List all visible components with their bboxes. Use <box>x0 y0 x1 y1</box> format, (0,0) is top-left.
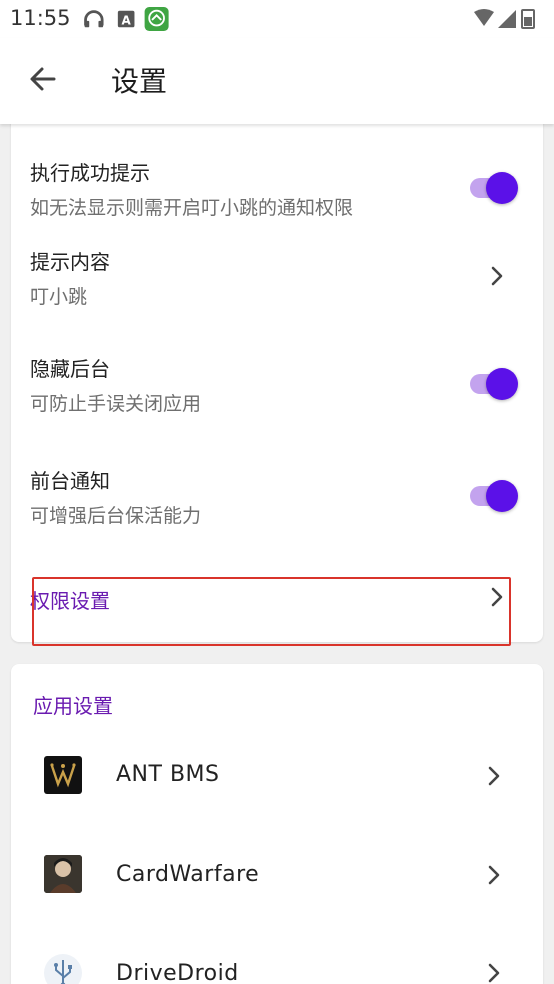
setting-hint-content[interactable]: 提示内容 叮小跳 <box>11 240 543 310</box>
highlight-box <box>32 577 511 646</box>
app-name: DriveDroid <box>116 961 239 984</box>
setting-subtitle: 如无法显示则需开启叮小跳的通知权限 <box>30 197 354 219</box>
back-arrow-icon[interactable] <box>26 62 60 96</box>
app-item-ant-bms[interactable]: ANT BMS <box>11 750 543 800</box>
app-name: ANT BMS <box>116 762 220 787</box>
section-header: 应用设置 <box>33 694 113 718</box>
setting-title: 前台通知 <box>30 469 110 493</box>
toggle-knob <box>486 172 518 204</box>
svg-text:A: A <box>122 14 132 28</box>
setting-foreground-notification[interactable]: 前台通知 可增强后台保活能力 <box>11 458 543 528</box>
app-settings-card: 应用设置 ANT BMS CardWarfare DriveDroid <box>11 664 543 984</box>
chevron-right-icon <box>491 266 503 286</box>
toggle-knob <box>486 368 518 400</box>
setting-hide-background[interactable]: 隐藏后台 可防止手误关闭应用 <box>11 346 543 416</box>
setting-subtitle: 可增强后台保活能力 <box>30 505 202 527</box>
app-item-drivedroid[interactable]: DriveDroid <box>11 948 543 984</box>
app-name: CardWarfare <box>116 862 260 887</box>
app-bar: 设置 <box>0 38 554 124</box>
signal-battery-icons <box>474 9 535 29</box>
foreground-notification-toggle[interactable] <box>470 480 520 512</box>
ant-bms-logo-icon <box>44 756 82 794</box>
setting-title: 隐藏后台 <box>30 357 110 381</box>
chevron-right-icon <box>488 963 500 983</box>
usb-icon <box>44 954 82 984</box>
setting-success-hint[interactable]: 执行成功提示 如无法显示则需开启叮小跳的通知权限 <box>11 150 543 220</box>
setting-title: 执行成功提示 <box>30 161 150 185</box>
success-hint-toggle[interactable] <box>470 172 520 204</box>
setting-title: 提示内容 <box>30 250 110 274</box>
toggle-knob <box>486 480 518 512</box>
setting-subtitle: 叮小跳 <box>30 286 88 308</box>
app-item-cardwarfare[interactable]: CardWarfare <box>11 850 543 900</box>
status-bar: 11:55 A <box>0 0 554 38</box>
chevron-right-icon <box>488 865 500 885</box>
notification-icons: A <box>84 7 169 31</box>
settings-card: 执行成功提示 如无法显示则需开启叮小跳的通知权限 提示内容 叮小跳 隐藏后台 可… <box>11 110 543 642</box>
chevron-right-icon <box>488 766 500 786</box>
hide-background-toggle[interactable] <box>470 368 520 400</box>
status-time: 11:55 <box>10 6 71 30</box>
page-title: 设置 <box>111 65 168 98</box>
cardwarfare-avatar-icon <box>44 855 82 893</box>
setting-subtitle: 可防止手误关闭应用 <box>30 393 202 415</box>
